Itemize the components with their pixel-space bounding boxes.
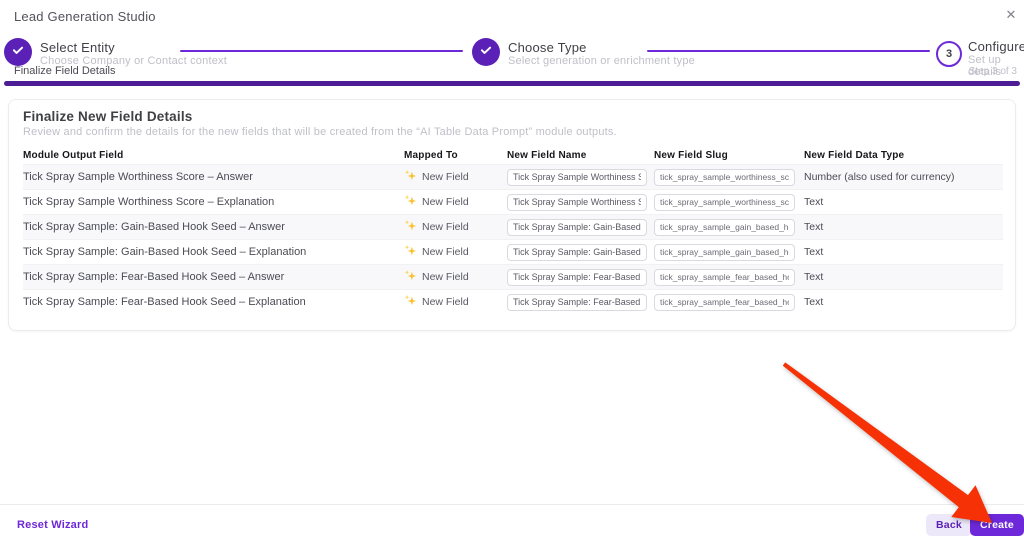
column-new-field-data-type: New Field Data Type (804, 149, 905, 161)
new-field-slug-input[interactable] (654, 243, 795, 261)
new-field-name-cell (507, 268, 654, 286)
new-field-slug-input[interactable] (654, 168, 795, 186)
new-field-name-cell (507, 193, 654, 211)
step-3-number: 3 (945, 48, 953, 60)
step-2-choose-type[interactable] (472, 38, 500, 66)
new-field-name-input[interactable] (507, 293, 647, 311)
data-type-label: Text (804, 221, 824, 233)
module-output-field-label: Tick Spray Sample Worthiness Score – Exp… (23, 196, 275, 208)
mapped-to-label: New Field (422, 221, 469, 233)
field-table-body: Tick Spray Sample Worthiness Score – Ans… (23, 164, 1003, 314)
create-button[interactable]: Create (970, 514, 1024, 536)
column-new-field-slug: New Field Slug (654, 149, 728, 161)
check-icon (479, 43, 493, 62)
module-output-field-label: Tick Spray Sample: Gain-Based Hook Seed … (23, 246, 307, 258)
data-type-label: Text (804, 271, 824, 283)
module-output-field-label: Tick Spray Sample Worthiness Score – Ans… (23, 171, 253, 183)
red-arrow-annotation (782, 362, 992, 523)
sparkles-icon (404, 294, 417, 310)
table-row: Tick Spray Sample Worthiness Score – Exp… (23, 189, 1003, 214)
data-type-label: Text (804, 196, 824, 208)
lead-generation-studio-dialog: { "window": { "title": "Lead Generation … (0, 0, 1024, 541)
check-icon (11, 43, 25, 62)
field-table-header: Module Output Field Mapped To New Field … (23, 146, 1003, 164)
new-field-slug-input[interactable] (654, 268, 795, 286)
new-field-slug-input[interactable] (654, 218, 795, 236)
new-field-slug-cell (654, 268, 804, 286)
new-field-slug-input[interactable] (654, 293, 795, 311)
new-field-name-input[interactable] (507, 193, 647, 211)
back-button[interactable]: Back (926, 514, 972, 536)
module-output-field-label: Tick Spray Sample: Fear-Based Hook Seed … (23, 296, 306, 308)
mapped-to-cell: New Field (404, 169, 507, 185)
step-2-subtitle: Select generation or enrichment type (508, 55, 695, 67)
table-row: Tick Spray Sample Worthiness Score – Ans… (23, 164, 1003, 189)
new-field-slug-cell (654, 193, 804, 211)
mapped-to-label: New Field (422, 246, 469, 258)
mapped-to-label: New Field (422, 296, 469, 308)
data-type-label: Text (804, 246, 824, 258)
close-icon[interactable]: ✕ (1000, 4, 1022, 26)
step-1-select-entity[interactable] (4, 38, 32, 66)
footer-divider (0, 504, 1024, 505)
mapped-to-cell: New Field (404, 219, 507, 235)
reset-wizard-link[interactable]: Reset Wizard (17, 519, 88, 531)
new-field-slug-cell (654, 168, 804, 186)
table-row: Tick Spray Sample: Gain-Based Hook Seed … (23, 239, 1003, 264)
table-row: Tick Spray Sample: Gain-Based Hook Seed … (23, 214, 1003, 239)
sparkles-icon (404, 194, 417, 210)
mapped-to-cell: New Field (404, 194, 507, 210)
window-title: Lead Generation Studio (14, 9, 156, 24)
step-connector (180, 50, 463, 52)
module-output-field-label: Tick Spray Sample: Fear-Based Hook Seed … (23, 271, 285, 283)
sparkles-icon (404, 244, 417, 260)
step-2-title: Choose Type (508, 40, 587, 55)
new-field-slug-cell (654, 293, 804, 311)
mapped-to-cell: New Field (404, 269, 507, 285)
new-field-slug-cell (654, 218, 804, 236)
sparkles-icon (404, 169, 417, 185)
mapped-to-label: New Field (422, 196, 469, 208)
sparkles-icon (404, 219, 417, 235)
mapped-to-cell: New Field (404, 244, 507, 260)
mapped-to-label: New Field (422, 271, 469, 283)
new-field-name-cell (507, 218, 654, 236)
new-field-name-input[interactable] (507, 243, 647, 261)
data-type-label: Number (also used for currency) (804, 171, 955, 183)
step-3-title: Configure (968, 39, 1024, 54)
new-field-name-input[interactable] (507, 218, 647, 236)
active-step-label: Finalize Field Details (14, 65, 116, 77)
new-field-name-cell (507, 243, 654, 261)
new-field-name-input[interactable] (507, 268, 647, 286)
step-1-title: Select Entity (40, 40, 115, 55)
field-table: Module Output Field Mapped To New Field … (23, 146, 1003, 314)
table-row: Tick Spray Sample: Fear-Based Hook Seed … (23, 289, 1003, 314)
column-module-output-field: Module Output Field (23, 149, 124, 161)
column-mapped-to: Mapped To (404, 149, 458, 161)
new-field-name-cell (507, 293, 654, 311)
finalize-details-panel: Finalize New Field Details Review and co… (8, 99, 1016, 331)
step-3-configure[interactable]: 3 (936, 41, 962, 67)
data-type-label: Text (804, 296, 824, 308)
step-progress-text: Step 3 of 3 (968, 66, 1017, 77)
new-field-slug-cell (654, 243, 804, 261)
mapped-to-cell: New Field (404, 294, 507, 310)
table-row: Tick Spray Sample: Fear-Based Hook Seed … (23, 264, 1003, 289)
module-output-field-label: Tick Spray Sample: Gain-Based Hook Seed … (23, 221, 285, 233)
new-field-name-cell (507, 168, 654, 186)
column-new-field-name: New Field Name (507, 149, 587, 161)
new-field-slug-input[interactable] (654, 193, 795, 211)
sparkles-icon (404, 269, 417, 285)
panel-description: Review and confirm the details for the n… (23, 126, 617, 138)
panel-heading: Finalize New Field Details (23, 109, 193, 124)
new-field-name-input[interactable] (507, 168, 647, 186)
step-connector (647, 50, 930, 52)
mapped-to-label: New Field (422, 171, 469, 183)
wizard-progress-bar (4, 81, 1020, 86)
